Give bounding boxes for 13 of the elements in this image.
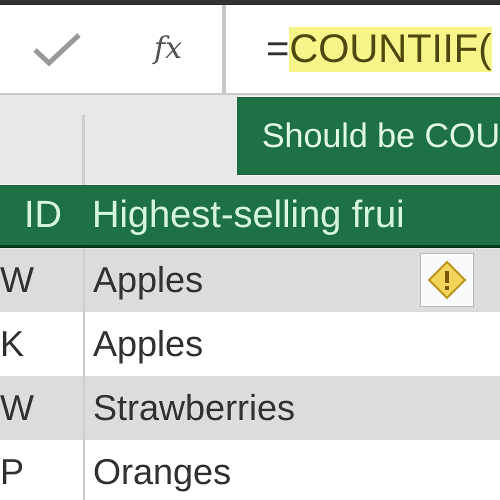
column-header: ID (23, 194, 63, 236)
table-cell-text: Apples (93, 259, 204, 301)
table-cell-text: Apples (93, 323, 204, 365)
insert-function-button[interactable]: fx (146, 28, 190, 70)
formula-field[interactable]: =COUNTIIF( (226, 5, 500, 93)
table-cell-text: Oranges (93, 451, 232, 493)
column-header: Highest-selling frui (92, 194, 405, 236)
warning-icon (427, 260, 467, 300)
table-cell-text: Strawberries (93, 387, 296, 429)
formula-tooltip: Should be COU (236, 97, 500, 175)
checkmark-icon[interactable] (32, 32, 82, 66)
table-cell: P (0, 440, 85, 500)
error-button[interactable] (420, 253, 474, 307)
